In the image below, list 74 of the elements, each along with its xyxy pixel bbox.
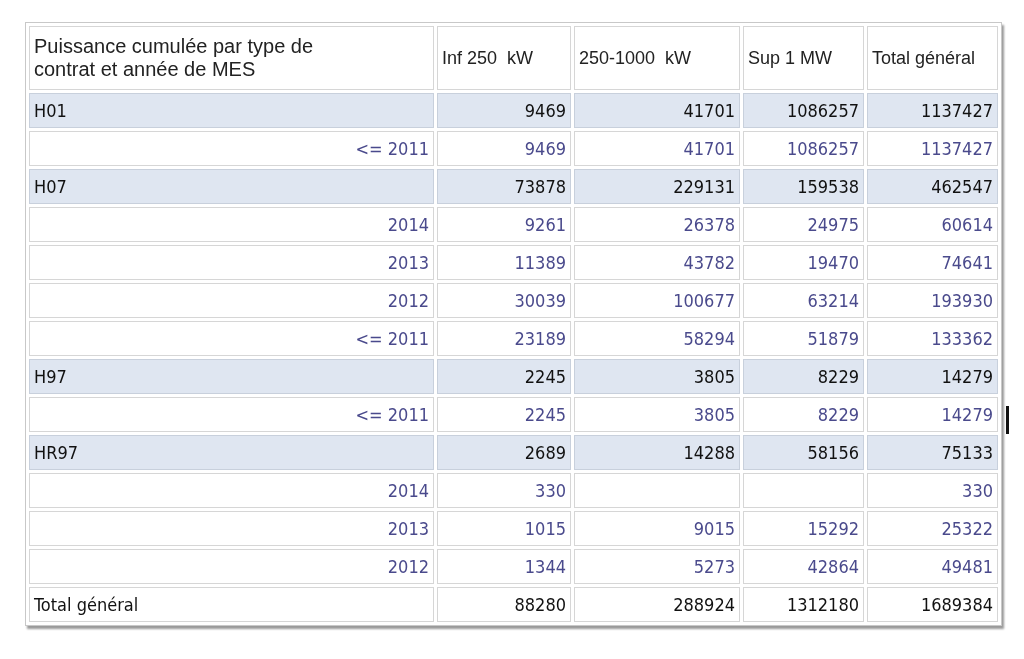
table-cell: 288924 <box>574 587 740 622</box>
table-cell: 41701 <box>574 93 740 128</box>
table-cell: 3805 <box>574 397 740 432</box>
table-cell: 60614 <box>867 207 998 242</box>
row-label: Total général <box>29 587 434 622</box>
table-cell: 88280 <box>437 587 571 622</box>
table-cell: 41701 <box>574 131 740 166</box>
row-label: 2013 <box>29 245 434 280</box>
table-cell: 23189 <box>437 321 571 356</box>
table-cell: 26378 <box>574 207 740 242</box>
table-cell: 42864 <box>743 549 864 584</box>
column-header: Sup 1 MW <box>743 26 864 90</box>
text-cursor-icon <box>1006 406 1009 434</box>
row-label: H97 <box>29 359 434 394</box>
row-label: 2014 <box>29 207 434 242</box>
table-cell: 51879 <box>743 321 864 356</box>
row-label: <= 2011 <box>29 131 434 166</box>
row-label: 2012 <box>29 549 434 584</box>
table-cell: 19470 <box>743 245 864 280</box>
table-cell: 58294 <box>574 321 740 356</box>
row-label: <= 2011 <box>29 397 434 432</box>
table-cell: 49481 <box>867 549 998 584</box>
table-cell: 330 <box>437 473 571 508</box>
table-cell: 25322 <box>867 511 998 546</box>
row-label: H07 <box>29 169 434 204</box>
table-cell: 1312180 <box>743 587 864 622</box>
table-cell: 74641 <box>867 245 998 280</box>
table-cell: 9261 <box>437 207 571 242</box>
table-cell: 73878 <box>437 169 571 204</box>
table-cell: 8229 <box>743 359 864 394</box>
table-cell: 5273 <box>574 549 740 584</box>
table-cell: 15292 <box>743 511 864 546</box>
table-cell: 9015 <box>574 511 740 546</box>
table-cell: 3805 <box>574 359 740 394</box>
row-label: <= 2011 <box>29 321 434 356</box>
table-cell: 30039 <box>437 283 571 318</box>
table-cell: 11389 <box>437 245 571 280</box>
table-cell: 330 <box>867 473 998 508</box>
table-cell: 14288 <box>574 435 740 470</box>
table-cell: 1015 <box>437 511 571 546</box>
row-label: HR97 <box>29 435 434 470</box>
table-cell: 9469 <box>437 131 571 166</box>
table-cell: 100677 <box>574 283 740 318</box>
table-cell: 1086257 <box>743 131 864 166</box>
table-cell: 462547 <box>867 169 998 204</box>
column-header: Puissance cumulée par type de contrat et année de MES <box>29 26 434 90</box>
table-cell: 1344 <box>437 549 571 584</box>
table-cell: 9469 <box>437 93 571 128</box>
table-cell: 159538 <box>743 169 864 204</box>
table-cell: 2245 <box>437 397 571 432</box>
table-cell: 1137427 <box>867 131 998 166</box>
table-cell: 43782 <box>574 245 740 280</box>
table-cell: 58156 <box>743 435 864 470</box>
table-cell: 1689384 <box>867 587 998 622</box>
column-header: 250-1000 kW <box>574 26 740 90</box>
table-cell: 24975 <box>743 207 864 242</box>
table-cell: 8229 <box>743 397 864 432</box>
row-label: H01 <box>29 93 434 128</box>
table-cell: 229131 <box>574 169 740 204</box>
table-cell: 63214 <box>743 283 864 318</box>
row-label: 2012 <box>29 283 434 318</box>
row-label: 2014 <box>29 473 434 508</box>
column-header: Inf 250 kW <box>437 26 571 90</box>
table-cell: 2245 <box>437 359 571 394</box>
table-cell: 14279 <box>867 359 998 394</box>
table-cell: 133362 <box>867 321 998 356</box>
table-cell: 75133 <box>867 435 998 470</box>
table-cell: 193930 <box>867 283 998 318</box>
column-header: Total général <box>867 26 998 90</box>
row-label: 2013 <box>29 511 434 546</box>
table-cell: 1137427 <box>867 93 998 128</box>
table-cell: 14279 <box>867 397 998 432</box>
table-cell: 1086257 <box>743 93 864 128</box>
table-cell: 2689 <box>437 435 571 470</box>
